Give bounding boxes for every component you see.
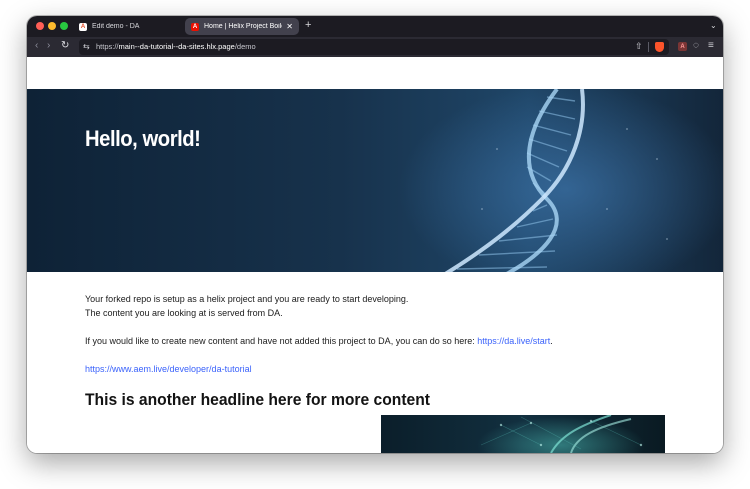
browser-window: A Edit demo - DA A Home | Helix Project …: [27, 16, 723, 453]
divider: [648, 42, 649, 52]
section-headline: This is another headline here for more c…: [85, 390, 431, 409]
forward-button[interactable]: ›: [47, 40, 50, 52]
maximize-window-button[interactable]: [60, 22, 68, 30]
navigation-toolbar: ‹ › ↻ ⇆ https://main--da-tutorial--da-si…: [27, 37, 723, 57]
tab-edit-demo[interactable]: A Edit demo - DA: [73, 18, 183, 35]
intro-line-2: The content you are looking at is served…: [85, 308, 283, 318]
site-settings-icon[interactable]: ⇆: [83, 42, 90, 51]
reload-icon[interactable]: ↻: [61, 40, 69, 52]
url-scheme: https://: [96, 42, 119, 51]
chevron-down-icon[interactable]: ⌄: [710, 21, 717, 30]
dna-helix-image: [444, 89, 668, 272]
hero-title: Hello, world!: [85, 126, 201, 151]
main-content: Your forked repo is setup as a helix pro…: [85, 292, 675, 376]
network-graphic: [480, 415, 643, 453]
tutorial-link[interactable]: https://www.aem.live/developer/da-tutori…: [85, 364, 252, 374]
back-button[interactable]: ‹: [35, 40, 38, 52]
new-tab-button[interactable]: +: [305, 20, 311, 31]
tab-title: Home | Helix Project Boilerplate: [204, 23, 282, 30]
close-window-button[interactable]: [36, 22, 44, 30]
address-bar[interactable]: ⇆ https://main--da-tutorial--da-sites.hl…: [79, 39, 669, 55]
tab-home[interactable]: A Home | Helix Project Boilerplate ✕: [185, 18, 299, 35]
url-path: /demo: [234, 42, 256, 51]
share-icon[interactable]: ⇧: [635, 41, 643, 52]
adobe-a-icon: A: [79, 22, 87, 31]
da-start-link[interactable]: https://da.live/start: [477, 336, 550, 346]
url-host: main--da-tutorial--da-sites.hlx.page: [118, 42, 235, 51]
adobe-extension-icon[interactable]: A: [678, 42, 687, 51]
url-text[interactable]: https://main--da-tutorial--da-sites.hlx.…: [96, 42, 256, 51]
brave-shield-icon[interactable]: [655, 42, 664, 52]
web-page: Hello, world! Your forked repo is setup …: [27, 57, 723, 453]
menu-icon[interactable]: ≡: [708, 40, 714, 51]
tab-strip: A Edit demo - DA A Home | Helix Project …: [27, 16, 723, 37]
create-content-text: If you would like to create new content …: [85, 336, 478, 346]
period: .: [550, 336, 553, 346]
close-tab-icon[interactable]: ✕: [286, 22, 293, 31]
minimize-window-button[interactable]: [48, 22, 56, 30]
intro-line-1: Your forked repo is setup as a helix pro…: [85, 294, 409, 304]
create-content-paragraph: If you would like to create new content …: [85, 334, 675, 348]
tab-title: Edit demo - DA: [92, 23, 140, 30]
adobe-a-icon: A: [191, 22, 199, 31]
hero-banner: Hello, world!: [27, 89, 723, 272]
chat-icon[interactable]: ◌: [693, 40, 699, 51]
dna-network-image: [381, 415, 665, 453]
